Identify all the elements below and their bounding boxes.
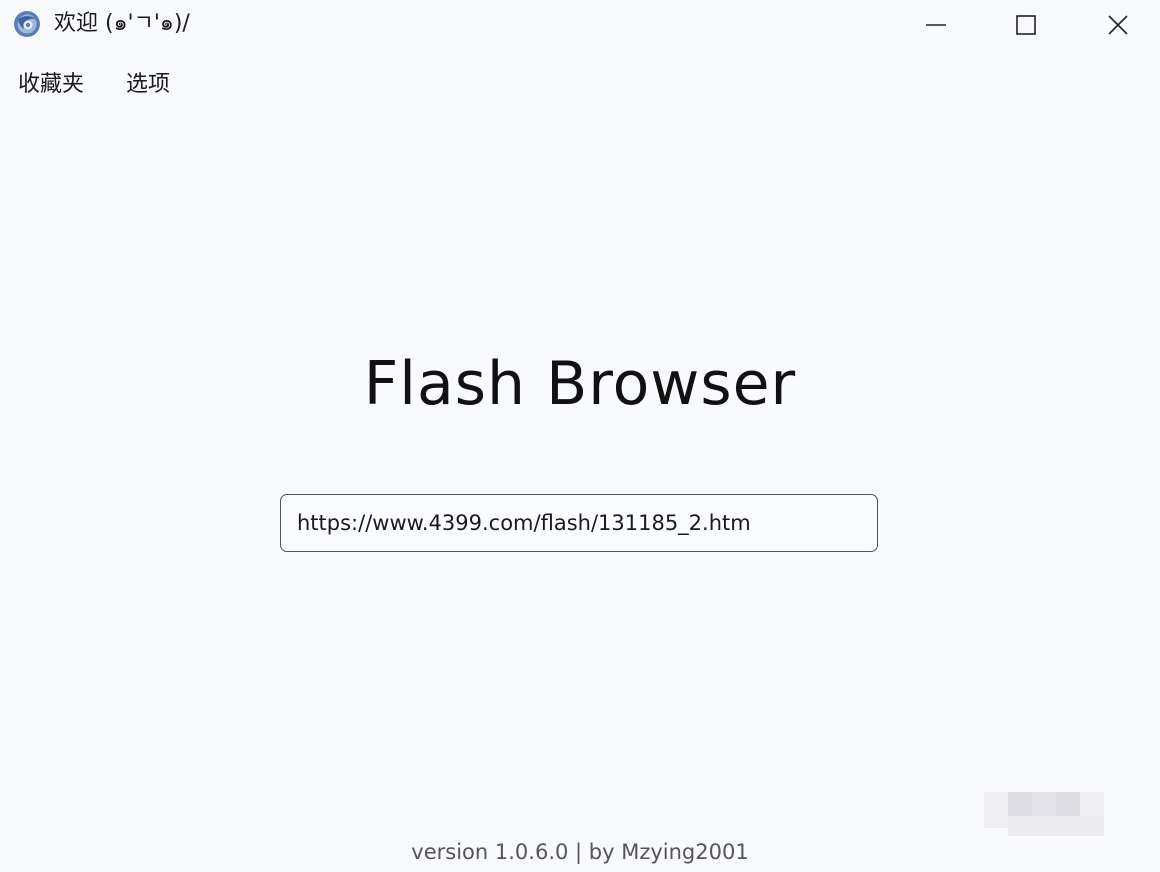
url-input[interactable] [281, 495, 877, 551]
window-title: 欢迎 (๑'ㄱ'๑)/ [54, 11, 190, 36]
maximize-button[interactable] [996, 0, 1056, 50]
maximize-icon [1016, 15, 1036, 35]
title-bar[interactable]: 欢迎 (๑'ㄱ'๑)/ [0, 0, 1160, 50]
app-title: Flash Browser [363, 349, 797, 419]
url-field[interactable] [280, 494, 878, 552]
browser-logo-icon [14, 11, 40, 37]
pixelated-watermark [984, 780, 1104, 840]
version-footer: version 1.0.6.0 | by Mzying2001 [411, 840, 749, 864]
menu-bar: 收藏夹 选项 [0, 64, 176, 106]
app-window: 欢迎 (๑'ㄱ'๑)/ 收藏夹 选项 Flash Browser https:/… [0, 0, 1160, 872]
minimize-icon [926, 24, 946, 26]
close-button[interactable] [1088, 0, 1148, 50]
close-icon [1108, 15, 1128, 35]
menu-item-options[interactable]: 选项 [120, 64, 176, 106]
menu-item-favorites[interactable]: 收藏夹 [12, 64, 90, 106]
minimize-button[interactable] [906, 0, 966, 50]
